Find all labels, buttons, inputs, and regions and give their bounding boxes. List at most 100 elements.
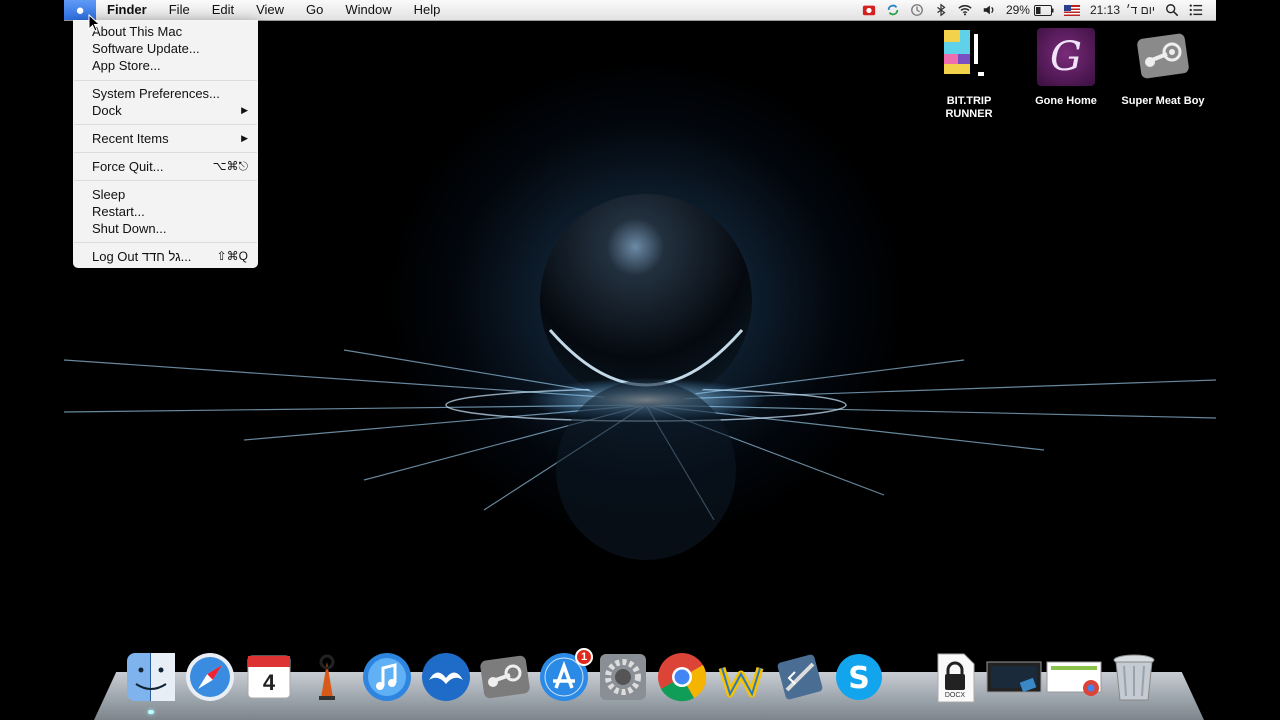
menu-edit[interactable]: Edit <box>201 0 245 20</box>
menu-item-label: Restart... <box>92 204 145 219</box>
menu-item-label: Log Out גל חדד... <box>92 249 192 264</box>
dock-item-downloads-stack[interactable] <box>985 650 1042 704</box>
desktop-icon-super-meat-boy[interactable]: Super Meat Boy <box>1120 28 1206 108</box>
clock-day: יום ד׳ <box>1126 3 1155 17</box>
safari-compass-icon <box>186 653 234 701</box>
dock-item-skype[interactable]: S <box>832 650 886 704</box>
desktop-icon-gone-home[interactable]: G Gone Home <box>1023 28 1109 108</box>
dock-item-folx[interactable] <box>301 650 355 704</box>
menu-item-label: Shut Down... <box>92 221 167 236</box>
clock[interactable]: 21:13 יום ד׳ <box>1090 0 1155 20</box>
menu-item-restart[interactable]: Restart... <box>73 203 258 220</box>
folx-icon <box>319 654 335 700</box>
dock-item-chrome-apps-stack[interactable] <box>1046 650 1102 704</box>
menu-item-shortcut: ⇧⌘Q <box>216 249 248 263</box>
menu-view[interactable]: View <box>245 0 295 20</box>
gear-icon <box>600 654 646 700</box>
calendar-day: 4 <box>262 670 276 695</box>
dock-item-calendar[interactable]: 4 <box>242 650 296 704</box>
volume-icon[interactable] <box>982 0 996 20</box>
clock-time: 21:13 <box>1089 3 1121 17</box>
menu-item-sleep[interactable]: Sleep <box>73 186 258 203</box>
menu-item-label: System Preferences... <box>92 86 220 101</box>
wifi-icon[interactable] <box>958 0 972 20</box>
time-machine-icon[interactable] <box>910 0 924 20</box>
desktop: ● Finder File Edit View Go Window Help 2… <box>64 0 1216 720</box>
sync-icon[interactable] <box>886 0 900 20</box>
menu-item-label: Sleep <box>92 187 126 202</box>
dock-item-safari[interactable] <box>183 650 237 704</box>
battery-indicator[interactable]: 29% <box>1006 0 1054 20</box>
menu-finder[interactable]: Finder <box>96 0 158 20</box>
menu-item-about-this-mac[interactable]: About This Mac <box>73 23 258 40</box>
dock-item-steam[interactable] <box>478 650 532 704</box>
menu-separator <box>74 180 257 181</box>
menu-item-shortcut: ⌥⌘⎋ <box>212 159 248 173</box>
menu-help[interactable]: Help <box>403 0 452 20</box>
dock-item-finder[interactable] <box>124 650 178 714</box>
menu-separator <box>74 124 257 125</box>
dock-item-wunderlist[interactable] <box>714 650 768 704</box>
dock-item-trash[interactable] <box>1107 650 1161 704</box>
app-store-badge: 1 <box>575 648 593 666</box>
dock-item-xcode[interactable] <box>773 650 827 704</box>
submenu-arrow-icon: ▶ <box>241 105 248 115</box>
menu-bar: ● Finder File Edit View Go Window Help 2… <box>64 0 1216 21</box>
menu-item-log-out[interactable]: Log Out גל חדד... ⇧⌘Q <box>73 248 258 265</box>
menu-item-label: App Store... <box>92 58 161 73</box>
dock-item-itunes[interactable] <box>360 650 414 704</box>
skype-icon: S <box>836 654 882 700</box>
mouse-cursor-icon <box>88 14 100 32</box>
chrome-icon <box>658 653 707 702</box>
battery-percent: 29% <box>1005 3 1030 17</box>
menu-item-app-store[interactable]: App Store... <box>73 57 258 74</box>
dock-item-documents[interactable]: DOCX <box>928 650 982 704</box>
menu-item-dock[interactable]: Dock ▶ <box>73 102 258 119</box>
record-icon[interactable] <box>862 0 876 20</box>
menu-item-system-preferences[interactable]: System Preferences... <box>73 85 258 102</box>
bluetooth-icon[interactable] <box>934 0 948 20</box>
svg-text:S: S <box>848 661 870 696</box>
spotlight-search-icon[interactable] <box>1165 0 1179 20</box>
menu-item-label: Dock <box>92 103 122 118</box>
desktop-icon-label: Super Meat Boy <box>1121 95 1205 107</box>
menu-separator <box>74 242 257 243</box>
desktop-icon-bit-trip-runner[interactable]: BIT.TRIP RUNNER <box>926 28 1012 121</box>
bit-trip-runner-icon <box>940 28 998 86</box>
docx-label: DOCX <box>944 692 966 699</box>
menu-item-recent-items[interactable]: Recent Items ▶ <box>73 130 258 147</box>
menu-item-software-update[interactable]: Software Update... <box>73 40 258 57</box>
dock-item-openoffice[interactable] <box>419 650 473 704</box>
menu-item-force-quit[interactable]: Force Quit... ⌥⌘⎋ <box>73 158 258 175</box>
battery-icon <box>1033 4 1054 16</box>
menu-item-label: Recent Items <box>92 131 169 146</box>
wunderlist-icon <box>718 666 764 698</box>
screenshot-stack-icon <box>986 661 1042 693</box>
status-area: 29% 21:13 יום ד׳ <box>857 0 1216 20</box>
submenu-arrow-icon: ▶ <box>241 133 248 143</box>
finder-icon <box>127 653 175 701</box>
trash-icon <box>1113 654 1155 701</box>
itunes-icon <box>363 653 411 701</box>
notification-center-icon[interactable] <box>1189 0 1203 20</box>
input-source-flag-icon[interactable] <box>1063 0 1080 20</box>
openoffice-gulls-icon <box>422 653 470 701</box>
running-indicator <box>148 710 154 714</box>
apple-menu-dropdown: About This Mac Software Update... App St… <box>73 20 258 268</box>
xcode-icon <box>777 654 823 700</box>
desktop-icon-label: BIT.TRIP RUNNER <box>945 95 993 120</box>
desktop-icon-label: Gone Home <box>1035 95 1097 107</box>
dock-item-app-store[interactable]: 1 <box>537 648 593 704</box>
dock-item-chrome[interactable] <box>655 650 709 704</box>
menu-file[interactable]: File <box>158 0 201 20</box>
apple-logo-icon: ● <box>75 1 85 19</box>
menu-go[interactable]: Go <box>295 0 334 20</box>
menu-item-label: Force Quit... <box>92 159 164 174</box>
steam-icon <box>480 655 530 699</box>
menu-window[interactable]: Window <box>334 0 402 20</box>
menu-item-shut-down[interactable]: Shut Down... <box>73 220 258 237</box>
menu-item-label: About This Mac <box>92 24 183 39</box>
dock-item-system-preferences[interactable] <box>596 650 650 704</box>
steam-icon <box>1134 28 1192 86</box>
gone-home-icon: G <box>1037 28 1095 86</box>
